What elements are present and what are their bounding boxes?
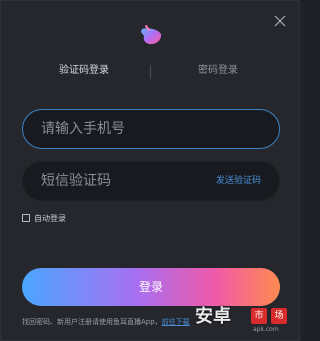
phone-field: [22, 109, 280, 149]
auto-login-checkbox[interactable]: [22, 214, 30, 222]
footer-notice: 找回密码、新用户注册请使用鱼耳直播App，前往下载: [22, 317, 190, 327]
login-window: 验证码登录 密码登录 发送验证码 自动登录 登录 找回密码、新用户注册请使用鱼耳…: [0, 0, 300, 341]
phone-input[interactable]: [41, 110, 211, 148]
app-logo-icon: [138, 23, 164, 49]
code-field: 发送验证码: [22, 161, 280, 201]
footer-text: 找回密码、新用户注册请使用鱼耳直播App，: [22, 318, 162, 326]
watermark: 安卓 市 场 apk.com: [195, 304, 291, 334]
tab-divider: [150, 65, 151, 79]
close-icon[interactable]: [273, 13, 287, 27]
watermark-domain: apk.com: [253, 326, 279, 333]
watermark-badge-2: 场: [271, 308, 287, 324]
download-link[interactable]: 前往下载: [162, 318, 190, 326]
watermark-main: 安卓: [195, 306, 231, 327]
tab-password-login[interactable]: 密码登录: [177, 61, 259, 85]
auto-login-toggle[interactable]: 自动登录: [22, 212, 66, 224]
watermark-badge-1: 市: [251, 308, 267, 324]
login-button[interactable]: 登录: [22, 268, 280, 306]
send-code-button[interactable]: 发送验证码: [216, 162, 261, 200]
login-tabs: 验证码登录 密码登录: [1, 61, 301, 85]
tab-sms-login[interactable]: 验证码登录: [43, 61, 125, 85]
sms-code-input[interactable]: [41, 162, 211, 200]
auto-login-label: 自动登录: [34, 213, 66, 223]
